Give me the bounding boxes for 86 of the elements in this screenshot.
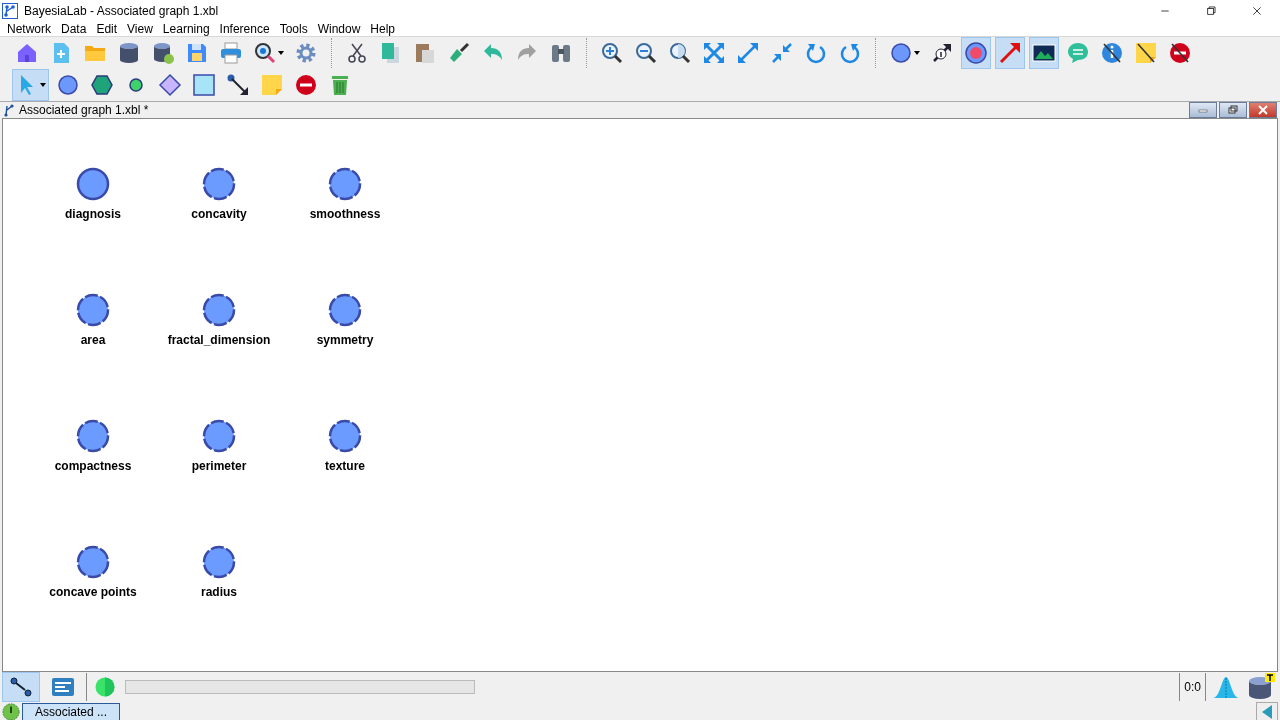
node-label: perimeter [191,459,247,473]
menu-item[interactable]: Edit [91,22,123,36]
node-label: compactness [54,459,132,473]
node-label: area [80,333,106,347]
node-label: fractal_dimension [167,333,271,347]
record-tool-button[interactable] [961,37,991,69]
speech-bubble-icon [1066,41,1090,65]
node-label: concave points [49,585,137,599]
clipboard-icon [413,41,437,65]
gear-icon [294,41,318,65]
scissors-icon [345,41,369,65]
node-label: texture [325,459,365,473]
save-icon [185,41,209,65]
diagonal-shrink-icon [770,41,794,65]
caret-icon [40,83,46,87]
node-circle[interactable] [328,167,362,201]
expand-arrows-icon [702,41,726,65]
arrow-icon [998,41,1022,65]
printer-icon [219,41,243,65]
node-label: concavity [191,207,247,221]
caret-icon [278,51,284,55]
zoom-out-icon [634,41,658,65]
rotate-left-icon [804,41,828,65]
connected-nodes-icon [8,675,34,699]
database-arrow-icon [151,41,175,65]
menu-item[interactable]: Help [365,22,400,36]
database-icon[interactable] [1248,673,1276,701]
circle-icon [56,73,80,97]
brush-icon [447,41,471,65]
info-crossed-icon [1100,41,1124,65]
node-circle[interactable] [328,293,362,327]
database-icon [117,41,141,65]
restore-button[interactable] [1219,102,1247,118]
text-lines-icon [50,675,76,699]
node-label: radius [201,585,237,599]
node-circle[interactable] [76,419,110,453]
note-icon [260,73,284,97]
menu-item[interactable]: Learning [157,22,215,36]
node-circle[interactable] [202,419,236,453]
node-label: diagnosis [65,207,121,221]
magnifier-icon [253,41,277,65]
node-label: symmetry [316,333,374,347]
menu-item[interactable]: Inference [214,22,275,36]
caret-icon [914,51,920,55]
stop-icon [294,73,318,97]
menu-item[interactable]: Network [2,22,56,36]
node-circle[interactable] [328,419,362,453]
landscape-icon [1032,41,1056,65]
triangle-left-icon [1262,705,1272,719]
diagonal-expand-icon [736,41,760,65]
zoom-in-icon [600,41,624,65]
node-label: smoothness [309,207,381,221]
node-circle[interactable] [202,545,236,579]
landscape-tool-button[interactable] [1029,37,1059,69]
clock-icon [2,703,20,720]
record-icon [964,41,988,65]
node-circle[interactable] [202,167,236,201]
counter: 0:0 [1184,680,1201,694]
menu-item[interactable]: Data [56,22,92,36]
status-dot-icon [95,677,115,697]
minimize-button[interactable] [1189,102,1217,118]
window-tab[interactable]: Associated ... [22,702,120,720]
link-arrow-icon [226,73,250,97]
graph-mode-button[interactable] [2,672,40,702]
collapse-button[interactable] [1256,702,1278,720]
node-circle[interactable] [202,293,236,327]
arrow-tool-button[interactable] [995,37,1025,69]
menu-item[interactable]: Tools [274,22,313,36]
home-icon [15,41,39,65]
diamond-icon [158,73,182,97]
node-circle[interactable] [76,167,110,201]
document-title: Associated graph 1.xbl * [19,103,149,117]
rotate-right-icon [838,41,862,65]
stop-crossed-icon [1168,41,1192,65]
hexagon-icon [90,73,114,97]
square-icon [192,73,216,97]
graph-icon [3,103,15,117]
window-title: BayesiaLab - Associated graph 1.xbl [24,4,219,18]
circle-icon [889,41,913,65]
zoom-fit-icon [668,41,692,65]
menu-item[interactable]: Window [312,22,366,36]
menu-item[interactable]: View [122,22,158,36]
node-circle[interactable] [76,293,110,327]
node-circle[interactable] [76,545,110,579]
note-crossed-icon [1134,41,1158,65]
close-button[interactable] [1249,102,1277,118]
